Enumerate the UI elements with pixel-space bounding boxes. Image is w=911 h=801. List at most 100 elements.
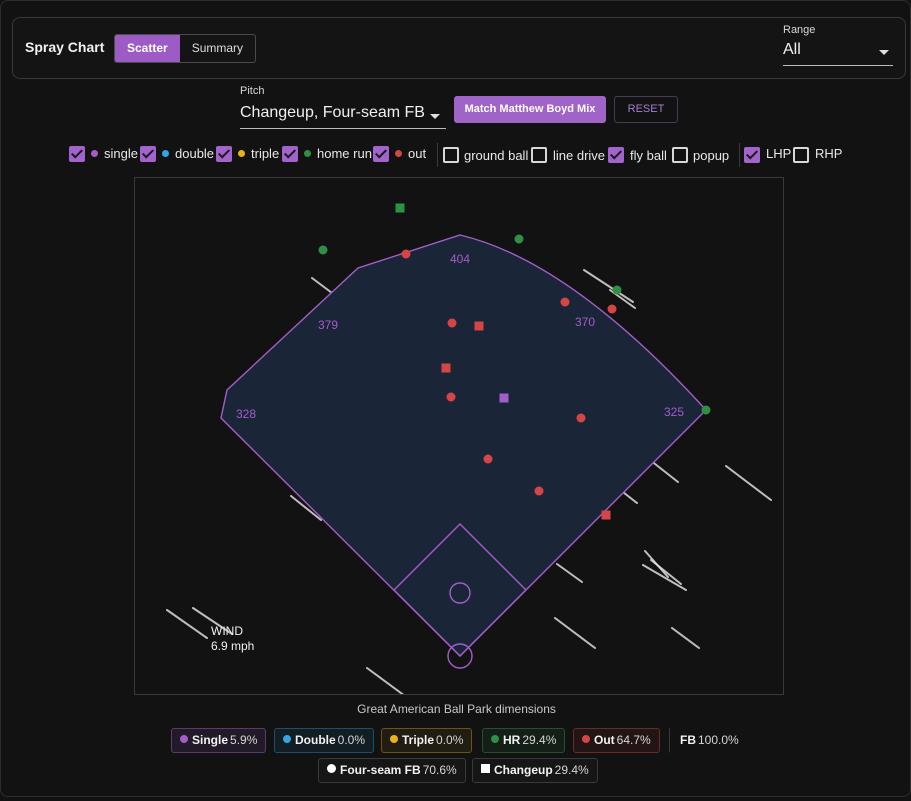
field-diagram: 328 379 404 370 325 WIND 6.9 mph bbox=[166, 203, 772, 694]
batted-ball-marker[interactable] bbox=[534, 486, 544, 496]
spray-chart-field: 328 379 404 370 325 WIND 6.9 mph bbox=[134, 177, 784, 695]
chip-double-pct: 0.0% bbox=[337, 733, 366, 747]
checkbox-fly-ball[interactable] bbox=[608, 147, 624, 163]
batted-ball-marker[interactable] bbox=[701, 405, 711, 415]
range-selected: All bbox=[783, 41, 801, 58]
filter-popup[interactable]: popup bbox=[693, 148, 729, 163]
batted-ball-marker[interactable] bbox=[318, 245, 328, 255]
chip-hr-pct: 29.4% bbox=[522, 733, 557, 747]
tab-summary[interactable]: Summary bbox=[180, 35, 255, 62]
pitch-select[interactable]: Pitch Changeup, Four-seam FB bbox=[240, 85, 446, 129]
batted-ball-marker[interactable] bbox=[514, 234, 524, 244]
summary-chip-triple: Triple 0.0% bbox=[381, 728, 473, 753]
pitch-value[interactable]: Changeup, Four-seam FB bbox=[240, 104, 446, 129]
field-outline bbox=[220, 234, 707, 657]
batted-ball-marker[interactable] bbox=[560, 297, 570, 307]
batted-ball-marker[interactable] bbox=[483, 454, 493, 464]
filter-double[interactable]: double bbox=[162, 146, 214, 161]
summary-chip-double: Double 0.0% bbox=[274, 728, 375, 753]
wind-streak bbox=[554, 617, 596, 649]
batted-ball-marker[interactable] bbox=[499, 393, 509, 403]
summary-chip-single: Single 5.9% bbox=[171, 728, 267, 753]
batted-ball-marker[interactable] bbox=[441, 363, 451, 373]
chip-four-seam-label: Four-seam FB bbox=[340, 763, 421, 777]
checkbox-line-drive[interactable] bbox=[531, 147, 547, 163]
single-dot-icon bbox=[180, 735, 188, 743]
filter-out-label: out bbox=[408, 146, 427, 161]
checkbox-triple[interactable] bbox=[216, 146, 232, 162]
chip-fb-label: FB bbox=[680, 733, 696, 747]
checkbox-home-run[interactable] bbox=[282, 146, 298, 162]
batted-ball-marker[interactable] bbox=[401, 249, 411, 259]
single-dot-icon bbox=[91, 150, 98, 157]
match-mix-button[interactable]: Match Matthew Boyd Mix bbox=[454, 96, 606, 123]
tab-scatter[interactable]: Scatter bbox=[115, 35, 180, 62]
wind-streak bbox=[556, 563, 583, 583]
batted-ball-marker[interactable] bbox=[607, 304, 617, 314]
filter-fly-ball[interactable]: fly ball bbox=[630, 148, 667, 163]
batted-ball-marker[interactable] bbox=[576, 413, 586, 423]
filter-bar: single double triple home run out ground… bbox=[1, 143, 911, 169]
double-dot-icon bbox=[162, 150, 169, 157]
chip-hr-label: HR bbox=[503, 733, 521, 747]
filter-lhp[interactable]: LHP bbox=[766, 146, 791, 161]
filter-single[interactable]: single bbox=[91, 146, 138, 161]
batted-ball-marker[interactable] bbox=[446, 392, 456, 402]
wind-label: WIND bbox=[211, 624, 243, 638]
divider bbox=[739, 143, 740, 167]
spray-chart-panel: Spray Chart Scatter Summary Range All Pi… bbox=[0, 0, 911, 797]
range-value[interactable]: All bbox=[783, 41, 893, 66]
batted-ball-marker[interactable] bbox=[447, 318, 457, 328]
batted-ball-marker[interactable] bbox=[601, 510, 611, 520]
filter-home-run[interactable]: home run bbox=[304, 146, 372, 161]
checkbox-single[interactable] bbox=[69, 146, 85, 162]
page-title: Spray Chart bbox=[25, 39, 105, 55]
chip-out-pct: 64.7% bbox=[616, 733, 651, 747]
summary-chip-four-seam: Four-seam FB 70.6% bbox=[318, 758, 466, 783]
range-label: Range bbox=[783, 24, 816, 36]
checkbox-popup[interactable] bbox=[672, 147, 688, 163]
batted-ball-marker[interactable] bbox=[474, 321, 484, 331]
triple-dot-icon bbox=[390, 735, 398, 743]
batted-ball-marker[interactable] bbox=[612, 285, 622, 295]
wind-streak bbox=[642, 564, 687, 591]
range-select[interactable]: Range All bbox=[783, 24, 893, 66]
distance-label-rf-line: 325 bbox=[664, 405, 684, 419]
wind-streak bbox=[671, 627, 700, 649]
checkbox-out[interactable] bbox=[373, 146, 389, 162]
wind-streak bbox=[583, 269, 634, 303]
checkbox-lhp[interactable] bbox=[744, 147, 760, 163]
chip-fb-pct: 100.0% bbox=[698, 733, 739, 747]
batted-ball-marker[interactable] bbox=[395, 203, 405, 213]
field-caption: Great American Ball Park dimensions bbox=[357, 702, 556, 716]
summary-chip-fb: FB 100.0% bbox=[669, 728, 748, 753]
wind-streak bbox=[366, 667, 404, 694]
chip-four-seam-pct: 70.6% bbox=[422, 763, 457, 777]
filter-ground-ball[interactable]: ground ball bbox=[464, 148, 528, 163]
divider bbox=[437, 143, 438, 167]
out-dot-icon bbox=[395, 150, 402, 157]
reset-button[interactable]: RESET bbox=[614, 96, 678, 123]
chip-triple-pct: 0.0% bbox=[436, 733, 464, 747]
checkbox-double[interactable] bbox=[140, 146, 156, 162]
filter-home-run-label: home run bbox=[317, 146, 372, 161]
header-bar: Spray Chart Scatter Summary Range All bbox=[12, 17, 906, 79]
checkbox-rhp[interactable] bbox=[793, 147, 809, 163]
chevron-down-icon bbox=[879, 50, 889, 55]
filter-line-drive[interactable]: line drive bbox=[553, 148, 605, 163]
chip-single-label: Single bbox=[192, 733, 229, 747]
filter-triple[interactable]: triple bbox=[238, 146, 279, 161]
filter-rhp[interactable]: RHP bbox=[815, 146, 842, 161]
wind-speed: 6.9 mph bbox=[211, 639, 254, 653]
filter-single-label: single bbox=[104, 146, 138, 161]
summary-chip-out: Out 64.7% bbox=[573, 728, 660, 753]
distance-label-rf: 370 bbox=[575, 315, 595, 329]
checkbox-ground-ball[interactable] bbox=[443, 147, 459, 163]
filter-triple-label: triple bbox=[251, 146, 280, 161]
pitch-selected: Changeup, Four-seam FB bbox=[240, 104, 425, 121]
summary-chip-changeup: Changeup 29.4% bbox=[472, 758, 598, 783]
filter-out[interactable]: out bbox=[395, 146, 426, 161]
double-dot-icon bbox=[283, 735, 291, 743]
chip-triple-label: Triple bbox=[402, 733, 435, 747]
filter-double-label: double bbox=[175, 146, 215, 161]
